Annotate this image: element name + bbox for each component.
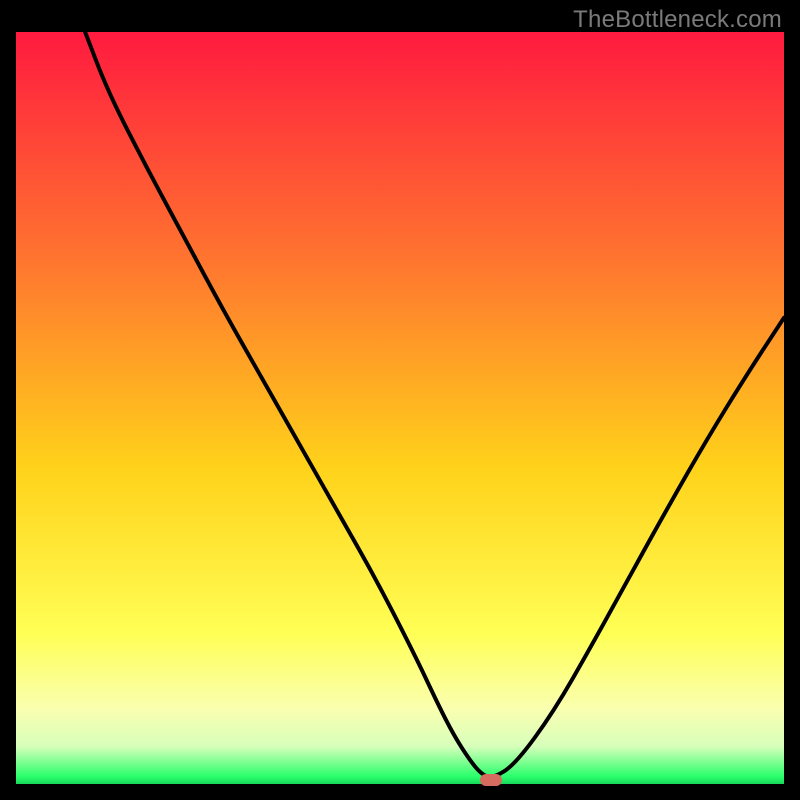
plot-area [16, 32, 784, 784]
bottleneck-curve [16, 32, 784, 784]
min-marker [480, 774, 502, 786]
watermark-text: TheBottleneck.com [573, 6, 782, 34]
chart-frame [16, 32, 784, 784]
